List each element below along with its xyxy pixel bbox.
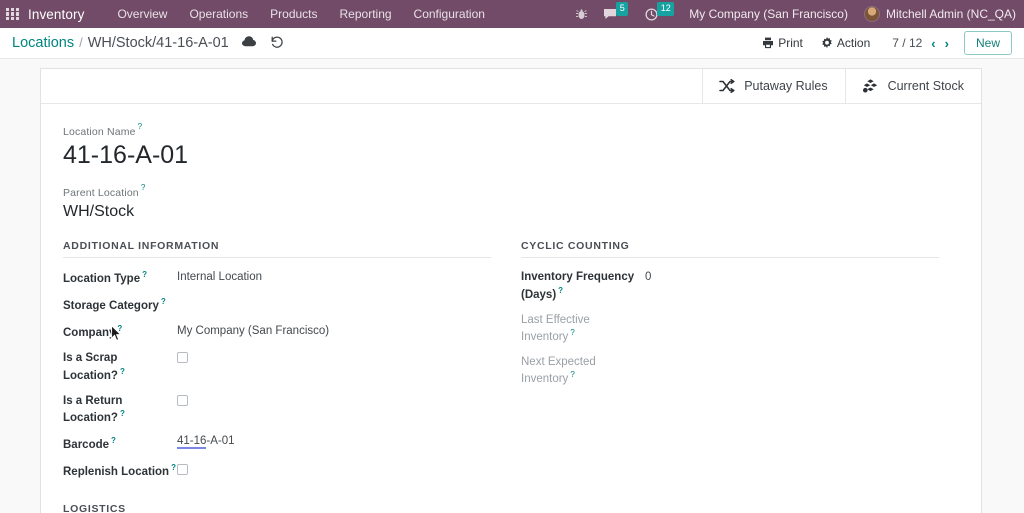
- breadcrumb-current-record: WH/Stock/41-16-A-01: [88, 35, 229, 51]
- help-icon[interactable]: ?: [171, 463, 176, 472]
- smart-button-putaway-rules[interactable]: Putaway Rules: [702, 69, 844, 103]
- pager-value[interactable]: 7 / 12: [889, 34, 925, 52]
- return-location-checkbox[interactable]: [177, 395, 188, 406]
- logistics-group: Logistics Removal Strategy?: [63, 503, 511, 513]
- additional-information-title: Additional Information: [63, 240, 491, 258]
- print-label: Print: [778, 36, 803, 50]
- field-label: Replenish Location: [63, 466, 169, 478]
- form-sheet: Putaway Rules Current Stock Location Nam…: [40, 68, 982, 513]
- field-last-effective-inventory: Last Effective Inventory?: [521, 312, 939, 345]
- field-company: Company? My Company (San Francisco): [63, 323, 491, 341]
- logistics-title: Logistics: [63, 503, 491, 513]
- field-storage-category: Storage Category?: [63, 296, 491, 314]
- menu-operations[interactable]: Operations: [178, 3, 259, 25]
- form-sheet-wrapper: Putaway Rules Current Stock Location Nam…: [0, 59, 1024, 513]
- field-label: Company: [63, 327, 115, 339]
- help-icon[interactable]: ?: [138, 122, 142, 131]
- help-icon[interactable]: ?: [570, 328, 574, 337]
- field-label: Location Type: [63, 273, 140, 285]
- additional-information-group: Additional Information Location Type? In…: [63, 240, 511, 488]
- action-label: Action: [837, 36, 870, 50]
- new-record-button[interactable]: New: [964, 31, 1012, 55]
- location-name-field: Location Name? 41-16-A-01: [63, 122, 959, 170]
- barcode-value[interactable]: 41-16-A-01: [177, 435, 235, 447]
- field-label: Is a Return Location?: [63, 395, 122, 424]
- parent-location-field: Parent Location? WH/Stock: [63, 183, 959, 222]
- print-button[interactable]: Print: [753, 33, 812, 53]
- smart-button-current-stock-label: Current Stock: [888, 79, 964, 93]
- smart-button-bar: Putaway Rules Current Stock: [41, 69, 981, 104]
- field-replenish-location: Replenish Location?: [63, 462, 491, 480]
- help-icon[interactable]: ?: [142, 270, 147, 279]
- company-switcher[interactable]: My Company (San Francisco): [683, 7, 858, 21]
- form-body: Location Name? 41-16-A-01 Parent Locatio…: [41, 104, 981, 513]
- location-name-label: Location Name: [63, 126, 136, 138]
- activities-badge: 12: [657, 2, 674, 16]
- barcode-value-rest: -A-01: [206, 435, 234, 447]
- field-value[interactable]: Internal Location: [177, 269, 262, 285]
- cloud-save-icon[interactable]: [242, 36, 256, 47]
- systray: 5 12 My Company (San Francisco) Mitchell…: [568, 6, 1016, 22]
- app-brand-inventory[interactable]: Inventory: [28, 7, 84, 22]
- smart-button-current-stock[interactable]: Current Stock: [845, 69, 981, 103]
- menu-configuration[interactable]: Configuration: [403, 3, 496, 25]
- user-name: Mitchell Admin (NC_QA): [886, 7, 1016, 21]
- form-columns: Additional Information Location Type? In…: [63, 240, 959, 488]
- breadcrumb: Locations / WH/Stock/41-16-A-01: [12, 35, 284, 52]
- help-icon[interactable]: ?: [161, 297, 166, 306]
- messages-badge: 5: [616, 2, 628, 16]
- parent-location-label: Parent Location: [63, 187, 139, 199]
- discard-undo-icon[interactable]: [270, 35, 284, 49]
- user-menu[interactable]: Mitchell Admin (NC_QA): [858, 6, 1016, 22]
- activities-counter[interactable]: 12: [637, 7, 683, 21]
- field-location-type: Location Type? Internal Location: [63, 269, 491, 287]
- location-name-value[interactable]: 41-16-A-01: [63, 141, 959, 170]
- cyclic-counting-title: Cyclic Counting: [521, 240, 939, 258]
- help-icon[interactable]: ?: [570, 370, 574, 379]
- record-pager: 7 / 12 ‹ ›: [889, 34, 952, 52]
- replenish-location-checkbox[interactable]: [177, 464, 188, 475]
- field-label: Is a Scrap Location?: [63, 352, 118, 381]
- menu-reporting[interactable]: Reporting: [329, 3, 403, 25]
- bug-icon[interactable]: [568, 8, 595, 20]
- parent-location-value[interactable]: WH/Stock: [63, 202, 959, 221]
- control-panel-actions: Print Action 7 / 12 ‹ › New: [753, 31, 1012, 55]
- field-value[interactable]: My Company (San Francisco): [177, 323, 329, 339]
- field-barcode: Barcode? 41-16-A-01: [63, 435, 491, 453]
- top-navbar: Inventory Overview Operations Products R…: [0, 0, 1024, 28]
- scrap-location-checkbox[interactable]: [177, 352, 188, 363]
- field-label: Next Expected Inventory: [521, 356, 596, 385]
- pager-next-icon[interactable]: ›: [942, 37, 952, 50]
- field-label: Barcode: [63, 439, 109, 451]
- help-icon[interactable]: ?: [558, 286, 563, 295]
- help-icon[interactable]: ?: [120, 409, 125, 418]
- menu-products[interactable]: Products: [259, 3, 328, 25]
- messages-counter[interactable]: 5: [595, 7, 637, 21]
- field-is-scrap-location: Is a Scrap Location??: [63, 350, 491, 383]
- smart-button-putaway-rules-label: Putaway Rules: [744, 79, 827, 93]
- field-label: Inventory Frequency (Days): [521, 271, 634, 300]
- apps-grid-icon[interactable]: [6, 8, 19, 21]
- menu-overview[interactable]: Overview: [106, 3, 178, 25]
- help-icon[interactable]: ?: [117, 324, 122, 333]
- field-inventory-frequency: Inventory Frequency (Days)? 0: [521, 269, 939, 302]
- field-label: Last Effective Inventory: [521, 314, 590, 343]
- action-button[interactable]: Action: [812, 33, 879, 53]
- main-menu: Overview Operations Products Reporting C…: [106, 3, 496, 25]
- breadcrumb-separator: /: [79, 35, 83, 50]
- barcode-value-spellcheck-part: 41-16: [177, 435, 206, 449]
- help-icon[interactable]: ?: [120, 367, 125, 376]
- field-label: Storage Category: [63, 300, 159, 312]
- breadcrumb-locations[interactable]: Locations: [12, 35, 74, 51]
- help-icon[interactable]: ?: [111, 436, 116, 445]
- field-next-expected-inventory: Next Expected Inventory?: [521, 354, 939, 387]
- help-icon[interactable]: ?: [141, 183, 145, 192]
- pager-previous-icon[interactable]: ‹: [928, 37, 938, 50]
- field-is-return-location: Is a Return Location??: [63, 393, 491, 426]
- field-value[interactable]: 0: [645, 269, 651, 285]
- user-avatar: [864, 6, 880, 22]
- control-panel: Locations / WH/Stock/41-16-A-01: [0, 28, 1024, 59]
- cyclic-counting-group: Cyclic Counting Inventory Frequency (Day…: [511, 240, 959, 488]
